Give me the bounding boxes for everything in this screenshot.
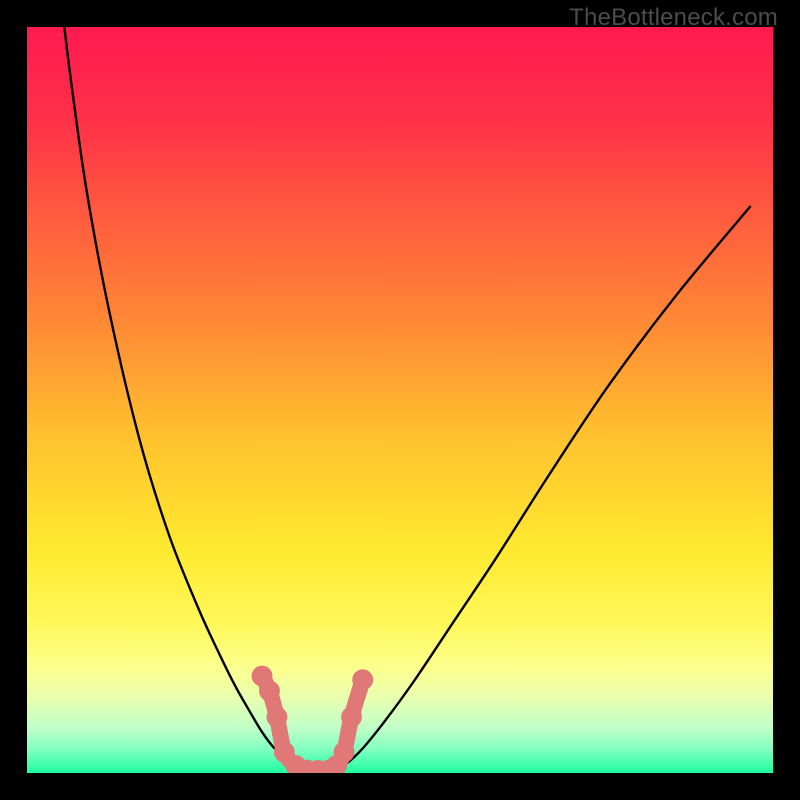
- valley-bead: [341, 707, 362, 728]
- valley-bead: [259, 680, 280, 701]
- valley-bead: [334, 742, 355, 763]
- chart-container: { "watermark": "TheBottleneck.com", "cha…: [0, 0, 800, 800]
- bottleneck-chart: [0, 0, 800, 800]
- plot-background: [27, 27, 773, 773]
- watermark-text: TheBottleneck.com: [569, 4, 778, 32]
- valley-bead: [266, 707, 287, 728]
- valley-bead: [352, 669, 373, 690]
